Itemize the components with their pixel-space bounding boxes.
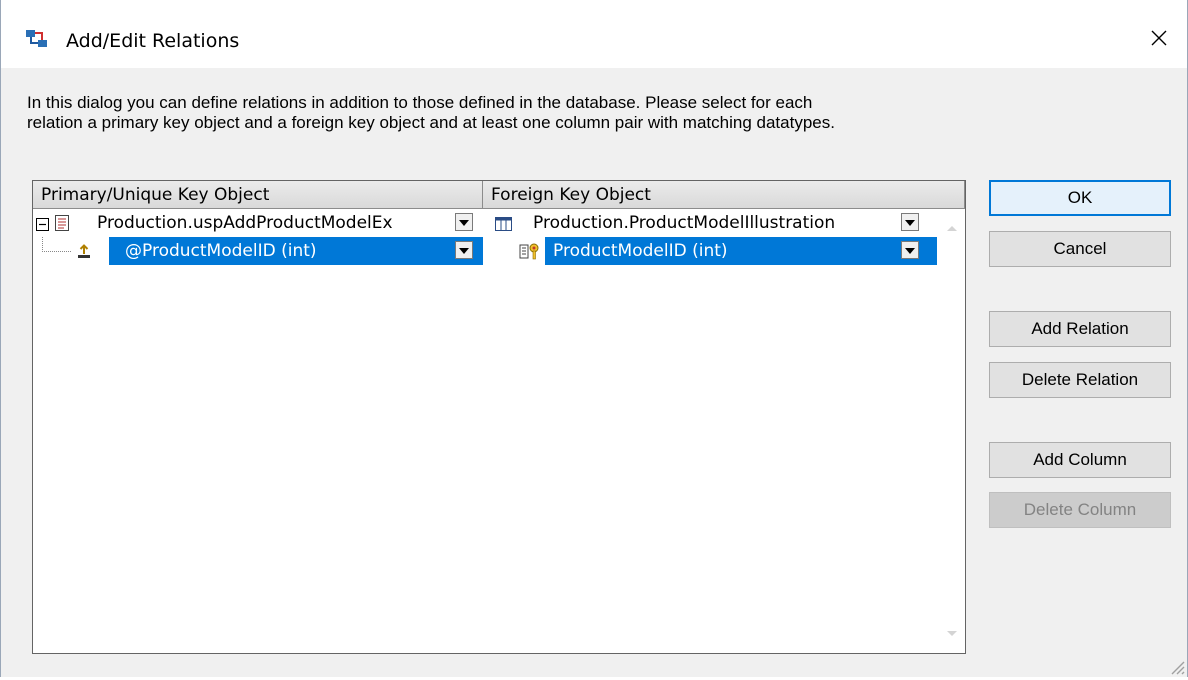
close-button[interactable]	[1137, 18, 1181, 62]
ok-button[interactable]: OK	[989, 180, 1171, 216]
primary-column-value: @ProductModelID (int)	[125, 241, 317, 261]
tree-line	[42, 237, 71, 252]
scroll-up-icon[interactable]	[946, 219, 958, 237]
relations-icon	[25, 28, 49, 50]
column-pair-row[interactable]: @ProductModelID (int) ProductModelID (in…	[33, 237, 965, 265]
scroll-down-icon[interactable]	[946, 625, 958, 643]
chevron-down-icon	[459, 219, 469, 226]
delete-column-button: Delete Column	[989, 492, 1171, 528]
primary-object-value: Production.uspAddProductModelEx	[97, 213, 393, 233]
foreign-key-cell[interactable]: Production.ProductModelIllustration	[483, 209, 937, 237]
parameter-icon	[77, 243, 91, 259]
delete-relation-button[interactable]: Delete Relation	[989, 362, 1171, 398]
primary-object-dropdown[interactable]	[455, 213, 473, 231]
key-column-icon	[519, 242, 541, 260]
instructions-line-1: In this dialog you can define relations …	[27, 93, 813, 112]
foreign-column-cell[interactable]: ProductModelID (int)	[483, 237, 937, 265]
cancel-button[interactable]: Cancel	[989, 231, 1171, 267]
chevron-down-icon	[905, 219, 915, 226]
column-header-foreign-key[interactable]: Foreign Key Object	[483, 181, 965, 209]
primary-column-dropdown[interactable]	[455, 241, 473, 259]
instructions-line-2: relation a primary key object and a fore…	[27, 113, 835, 132]
collapse-icon[interactable]	[36, 216, 49, 231]
add-relation-button[interactable]: Add Relation	[989, 311, 1171, 347]
relation-row[interactable]: Production.uspAddProductModelEx Producti…	[33, 209, 965, 237]
column-header-primary-key[interactable]: Primary/Unique Key Object	[33, 181, 483, 209]
stored-procedure-icon	[55, 215, 69, 231]
foreign-object-dropdown[interactable]	[901, 213, 919, 231]
grid-header: Primary/Unique Key Object Foreign Key Ob…	[33, 181, 965, 209]
title-bar: Add/Edit Relations	[1, 0, 1187, 68]
close-icon	[1150, 29, 1168, 52]
resize-grip-icon[interactable]	[1165, 655, 1185, 675]
grid-vertical-scrollbar[interactable]	[937, 209, 965, 653]
chevron-down-icon	[459, 247, 469, 254]
foreign-column-dropdown[interactable]	[901, 241, 919, 259]
instructions-text: In this dialog you can define relations …	[27, 93, 1127, 133]
foreign-column-value: ProductModelID (int)	[553, 241, 728, 261]
relations-grid[interactable]: Primary/Unique Key Object Foreign Key Ob…	[32, 180, 966, 654]
primary-key-cell[interactable]: Production.uspAddProductModelEx	[33, 209, 483, 237]
foreign-object-value: Production.ProductModelIllustration	[533, 213, 836, 233]
table-icon	[495, 216, 512, 231]
add-column-button[interactable]: Add Column	[989, 442, 1171, 478]
add-edit-relations-dialog: Add/Edit Relations In this dialog you ca…	[0, 0, 1188, 677]
chevron-down-icon	[905, 247, 915, 254]
window-title: Add/Edit Relations	[66, 30, 240, 52]
primary-column-cell[interactable]: @ProductModelID (int)	[33, 237, 483, 265]
